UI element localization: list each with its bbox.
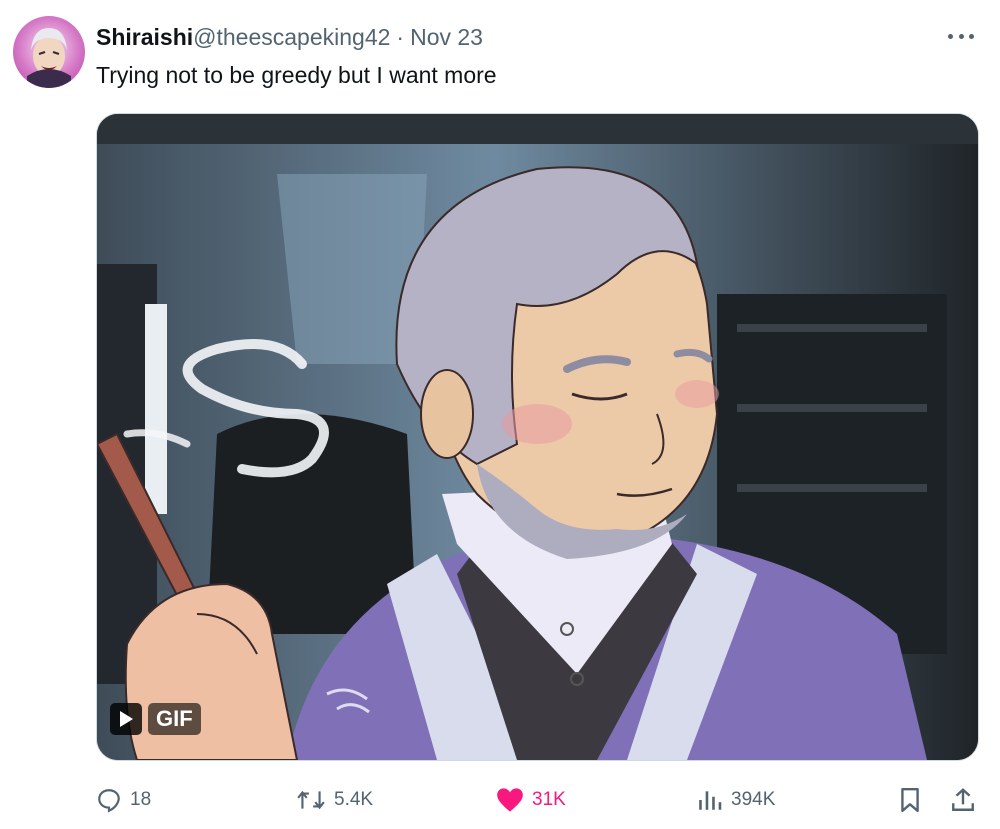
separator-dot: · — [396, 24, 405, 50]
gif-label: GIF — [148, 703, 201, 735]
views-button[interactable]: 394K — [697, 780, 775, 820]
view-count: 394K — [731, 789, 776, 810]
user-handle[interactable]: @theescapeking42 — [193, 24, 390, 51]
repost-button[interactable]: 5.4K — [296, 780, 373, 820]
post-date[interactable]: Nov 23 — [410, 24, 483, 51]
bookmark-icon — [901, 787, 919, 813]
more-options-icon[interactable] — [948, 26, 974, 46]
action-bar: 18 5.4K 31K 394K — [0, 780, 1000, 820]
reply-button[interactable]: 18 — [96, 780, 151, 820]
heart-icon — [497, 788, 523, 812]
views-icon — [699, 791, 722, 810]
avatar-image — [27, 28, 71, 88]
avatar[interactable] — [13, 16, 85, 88]
tweet-text: Trying not to be greedy but I want more — [96, 62, 497, 88]
like-button[interactable]: 31K — [496, 780, 566, 820]
repost-count: 5.4K — [334, 789, 374, 810]
tweet-media[interactable] — [96, 113, 979, 761]
display-name[interactable]: Shiraishi — [96, 24, 193, 51]
gif-frame — [97, 114, 978, 760]
reply-count: 18 — [130, 789, 152, 810]
repost-icon — [297, 790, 325, 810]
play-icon[interactable] — [110, 703, 142, 735]
bookmark-button[interactable] — [898, 780, 922, 820]
share-icon — [952, 788, 974, 811]
gif-badge[interactable]: GIF — [110, 703, 201, 735]
like-count: 31K — [532, 789, 566, 810]
tweet-header: Shiraishi @theescapeking42 · Nov 23 — [96, 24, 483, 51]
share-button[interactable] — [950, 780, 976, 820]
reply-icon — [98, 789, 120, 813]
